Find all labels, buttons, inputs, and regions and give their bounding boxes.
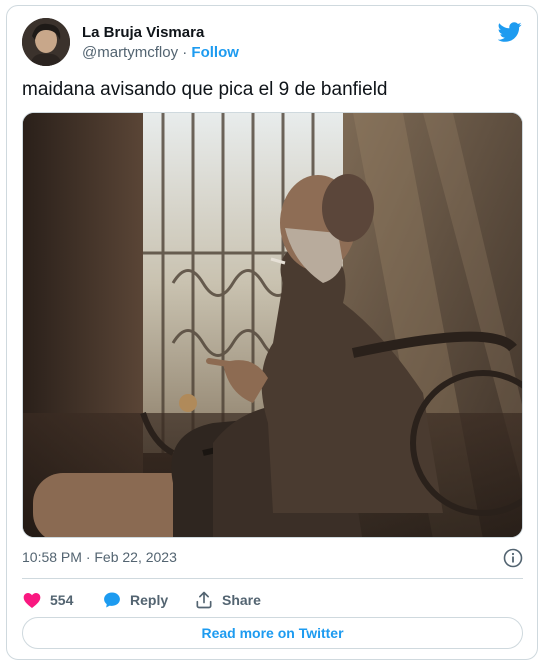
reply-bubble-icon (104, 592, 120, 608)
tweet-text: maidana avisando que pica el 9 de banfie… (22, 79, 388, 100)
like-button[interactable]: 554 (22, 588, 73, 612)
divider (22, 578, 523, 579)
author-name[interactable]: La Bruja Vismara (82, 24, 204, 41)
like-count: 554 (50, 592, 74, 608)
share-icon (196, 591, 212, 609)
follow-button[interactable]: Follow (191, 44, 239, 61)
author-handle[interactable]: @martymcfloy (82, 44, 178, 61)
tweet-media-image[interactable] (22, 112, 523, 538)
tweet-card: La Bruja Vismara @martymcfloy · Follow m… (6, 5, 538, 660)
tweet-timestamp[interactable]: 10:58 PM · Feb 22, 2023 (22, 549, 177, 565)
read-more-button[interactable]: Read more on Twitter (22, 617, 523, 649)
twitter-bird-icon[interactable] (498, 20, 522, 44)
info-icon[interactable] (503, 548, 523, 568)
reply-button[interactable]: Reply (102, 588, 168, 612)
heart-icon (23, 593, 41, 608)
tweet-actions: 554 Reply Share (22, 588, 523, 612)
author-handle-row: @martymcfloy · Follow (82, 44, 239, 61)
share-button[interactable]: Share (194, 588, 261, 612)
reply-label: Reply (130, 592, 169, 608)
tweet-header: La Bruja Vismara @martymcfloy · Follow (22, 18, 522, 68)
avatar[interactable] (22, 18, 70, 66)
separator-dot: · (182, 44, 188, 61)
share-label: Share (222, 592, 261, 608)
